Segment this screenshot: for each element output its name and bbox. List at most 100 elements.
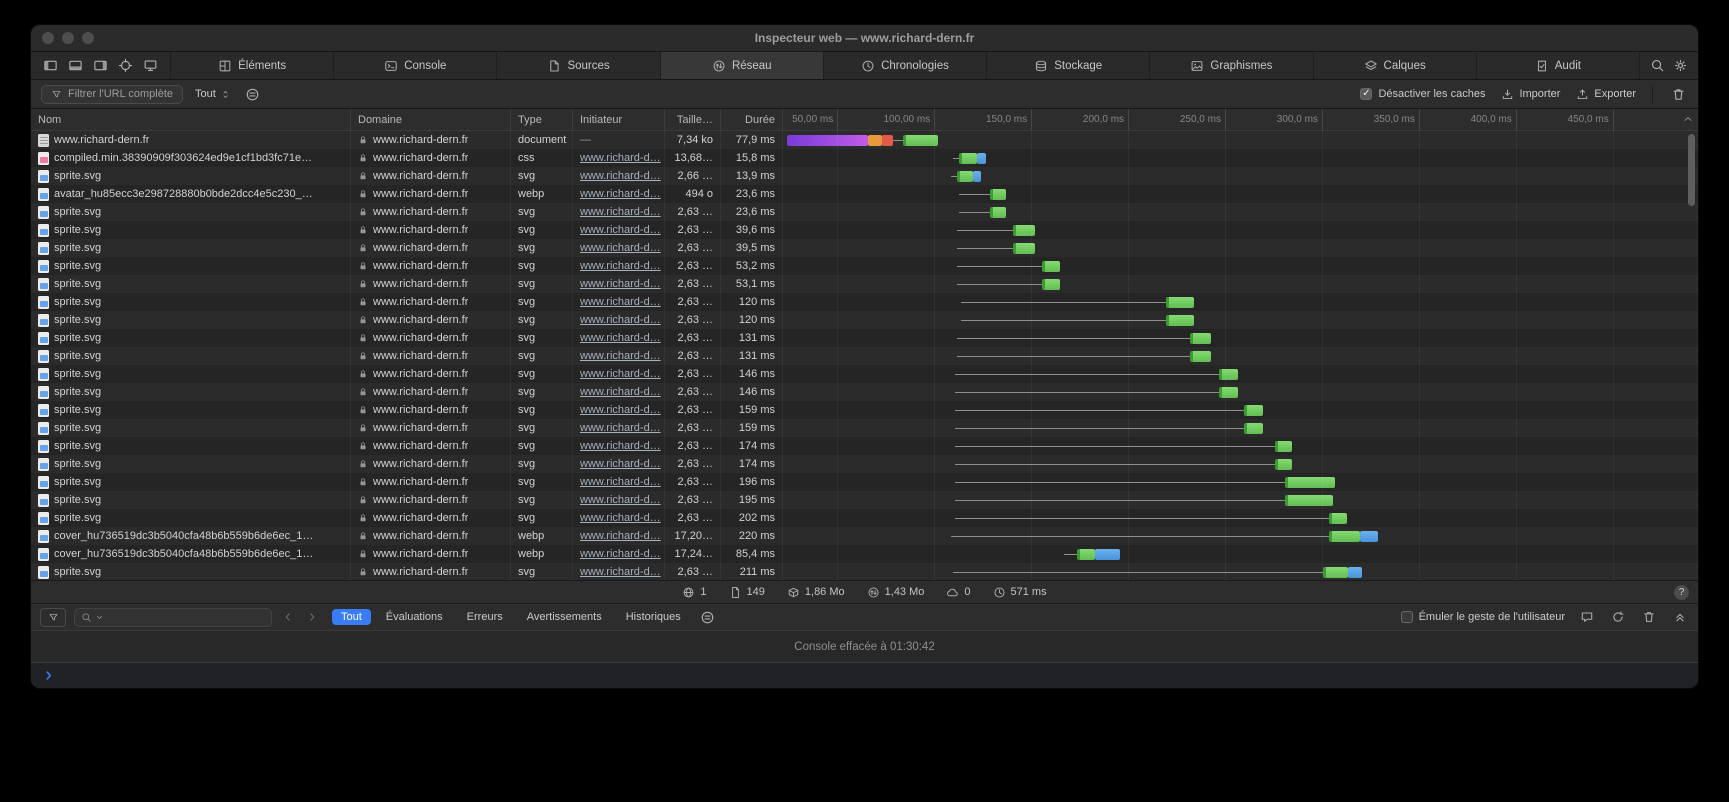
table-row[interactable]: sprite.svgwww.richard-dern.frsvgwww.rich… [31,167,1698,185]
initiator-link[interactable]: www.richard-d… [580,422,661,434]
tab-console[interactable]: Console [333,52,496,79]
initiator-link[interactable]: www.richard-d… [580,332,661,344]
console-activity-icon[interactable] [698,610,717,625]
dock-bottom-icon[interactable] [66,58,85,73]
initiator-link[interactable]: www.richard-d… [580,386,661,398]
table-row[interactable]: sprite.svgwww.richard-dern.frsvgwww.rich… [31,257,1698,275]
table-row[interactable]: www.richard-dern.frwww.richard-dern.frdo… [31,131,1698,149]
console-scope-historiques[interactable]: Historiques [617,609,690,625]
table-row[interactable]: sprite.svgwww.richard-dern.frsvgwww.rich… [31,473,1698,491]
disable-caches-checkbox[interactable]: Désactiver les caches [1360,88,1485,100]
table-row[interactable]: sprite.svgwww.richard-dern.frsvgwww.rich… [31,419,1698,437]
chevron-up-icon[interactable] [1682,113,1694,128]
tab-calques[interactable]: Calques [1313,52,1476,79]
tab-chronologies[interactable]: Chronologies [823,52,986,79]
back-button[interactable] [280,611,296,623]
initiator-link[interactable]: www.richard-d… [580,152,661,164]
table-row[interactable]: cover_hu736519dc3b5040cfa48b6b559b6de6ec… [31,527,1698,545]
initiator-link[interactable]: www.richard-d… [580,566,661,578]
table-row[interactable]: sprite.svgwww.richard-dern.frsvgwww.rich… [31,239,1698,257]
collapse-console-icon[interactable] [1671,610,1689,624]
vertical-scrollbar[interactable] [1688,134,1695,206]
initiator-link[interactable]: www.richard-d… [580,314,661,326]
column-header-initiateur[interactable]: Initiateur [573,109,665,130]
activity-icon[interactable] [243,87,262,102]
initiator-link[interactable]: www.richard-d… [580,476,661,488]
table-row[interactable]: cover_hu736519dc3b5040cfa48b6b559b6de6ec… [31,545,1698,563]
initiator-link[interactable]: www.richard-d… [580,170,661,182]
console-prompt[interactable] [31,662,1698,688]
zoom-window-button[interactable] [82,32,94,44]
import-button[interactable]: Importer [1501,88,1560,101]
tab-elements[interactable]: Éléments [170,52,333,79]
table-row[interactable]: sprite.svgwww.richard-dern.frsvgwww.rich… [31,311,1698,329]
table-row[interactable]: sprite.svgwww.richard-dern.frsvgwww.rich… [31,491,1698,509]
table-row[interactable]: sprite.svgwww.richard-dern.frsvgwww.rich… [31,365,1698,383]
table-row[interactable]: sprite.svgwww.richard-dern.frsvgwww.rich… [31,437,1698,455]
resource-type-dropdown[interactable]: Tout [195,88,231,100]
initiator-link[interactable]: www.richard-d… [580,278,661,290]
table-row[interactable]: sprite.svgwww.richard-dern.frsvgwww.rich… [31,275,1698,293]
console-scope-avertissements[interactable]: Avertissements [518,609,611,625]
initiator-link[interactable]: www.richard-d… [580,548,661,560]
element-selector-icon[interactable] [116,58,135,73]
reload-icon[interactable] [1609,610,1627,624]
clear-network-button[interactable] [1669,87,1688,102]
dock-right-icon[interactable] [91,58,110,73]
initiator-link[interactable]: www.richard-d… [580,206,661,218]
initiator-link[interactable]: www.richard-d… [580,494,661,506]
table-row[interactable]: sprite.svgwww.richard-dern.frsvgwww.rich… [31,383,1698,401]
console-scope-evaluations[interactable]: Évaluations [377,609,452,625]
help-button[interactable]: ? [1674,585,1689,600]
column-header-taille[interactable]: Taille… [665,109,721,130]
emulate-user-gesture-checkbox[interactable]: Émuler le geste de l'utilisateur [1401,611,1565,623]
initiator-link[interactable]: www.richard-d… [580,260,661,272]
console-scope-tout[interactable]: Tout [332,609,371,625]
tab-stockage[interactable]: Stockage [986,52,1149,79]
initiator-link[interactable]: www.richard-d… [580,224,661,236]
console-filter-button[interactable] [40,608,66,627]
column-header-type[interactable]: Type [511,109,573,130]
console-search-input[interactable] [74,608,272,627]
initiator-link[interactable]: www.richard-d… [580,458,661,470]
column-header-domaine[interactable]: Domaine [351,109,511,130]
clear-console-icon[interactable] [1640,610,1658,624]
device-icon[interactable] [141,58,160,73]
initiator-link[interactable]: www.richard-d… [580,368,661,380]
table-row[interactable]: sprite.svgwww.richard-dern.frsvgwww.rich… [31,401,1698,419]
table-row[interactable]: compiled.min.38390909f303624ed9e1cf1bd3f… [31,149,1698,167]
url-filter-input[interactable]: Filtrer l'URL complète [41,85,183,104]
export-button[interactable]: Exporter [1576,88,1636,101]
minimize-window-button[interactable] [62,32,74,44]
table-row[interactable]: sprite.svgwww.richard-dern.frsvgwww.rich… [31,329,1698,347]
table-row[interactable]: sprite.svgwww.richard-dern.frsvgwww.rich… [31,455,1698,473]
table-row[interactable]: sprite.svgwww.richard-dern.frsvgwww.rich… [31,293,1698,311]
dock-left-icon[interactable] [41,58,60,73]
table-row[interactable]: sprite.svgwww.richard-dern.frsvgwww.rich… [31,203,1698,221]
tab-reseau[interactable]: Réseau [660,52,823,79]
table-row[interactable]: sprite.svgwww.richard-dern.frsvgwww.rich… [31,221,1698,239]
initiator-link[interactable]: www.richard-d… [580,350,661,362]
column-header-nom[interactable]: Nom [31,109,351,130]
tab-graphismes[interactable]: Graphismes [1149,52,1312,79]
initiator-link[interactable]: www.richard-d… [580,188,661,200]
table-row[interactable]: sprite.svgwww.richard-dern.frsvgwww.rich… [31,347,1698,365]
initiator-link[interactable]: www.richard-d… [580,440,661,452]
table-row[interactable]: avatar_hu85ecc3e298728880b0bde2dcc4e5c23… [31,185,1698,203]
close-window-button[interactable] [42,32,54,44]
forward-button[interactable] [304,611,320,623]
tab-sources[interactable]: Sources [496,52,659,79]
initiator-link[interactable]: www.richard-d… [580,512,661,524]
search-icon[interactable] [1648,58,1667,73]
initiator-link[interactable]: www.richard-d… [580,404,661,416]
tab-audit[interactable]: Audit [1476,52,1639,79]
table-row[interactable]: sprite.svgwww.richard-dern.frsvgwww.rich… [31,509,1698,527]
initiator-link[interactable]: www.richard-d… [580,296,661,308]
gear-icon[interactable] [1671,58,1690,73]
console-drawer-icon[interactable] [1578,610,1596,624]
initiator-link[interactable]: www.richard-d… [580,530,661,542]
initiator-link[interactable]: www.richard-d… [580,242,661,254]
column-header-duree[interactable]: Durée [721,109,783,130]
console-scope-erreurs[interactable]: Erreurs [458,609,512,625]
table-row[interactable]: sprite.svgwww.richard-dern.frsvgwww.rich… [31,563,1698,580]
